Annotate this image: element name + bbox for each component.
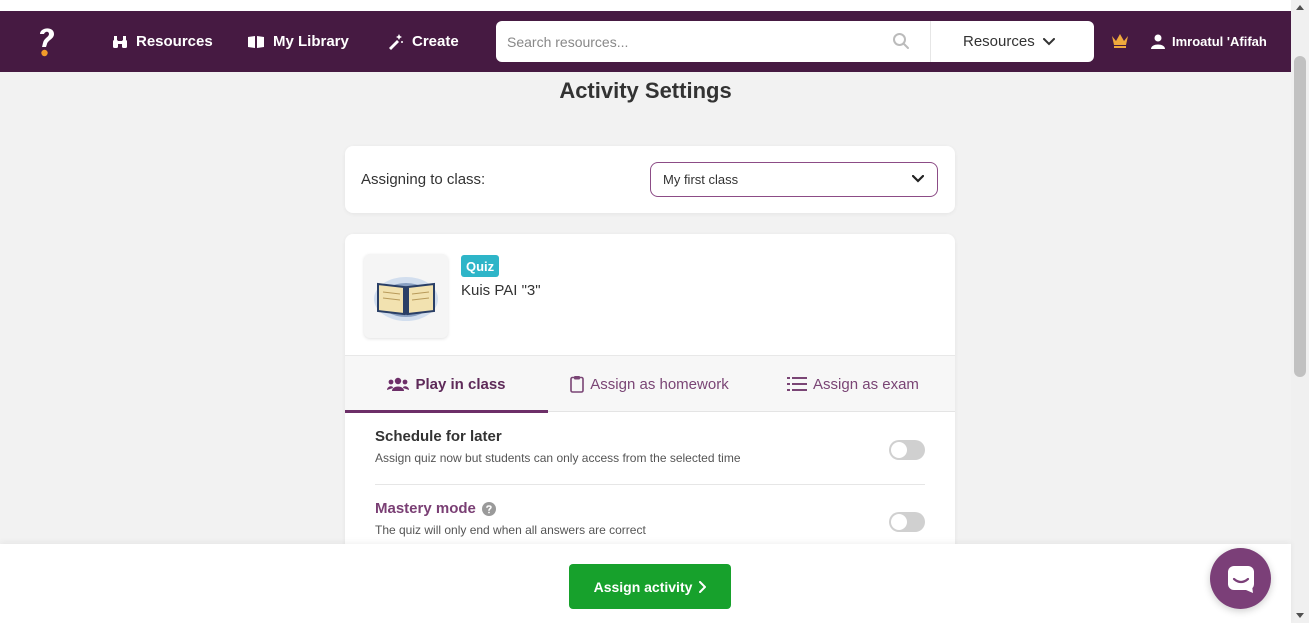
open-book-icon bbox=[374, 277, 438, 321]
toggle-knob bbox=[891, 442, 907, 458]
top-navbar: Resources My Library Create Resources bbox=[0, 11, 1291, 72]
class-select-value: My first class bbox=[663, 172, 739, 187]
search-icon[interactable] bbox=[892, 32, 910, 50]
activity-card: Quiz Kuis PAI "3" Play in class Assign a… bbox=[345, 234, 955, 554]
book-icon bbox=[248, 35, 264, 48]
class-selector-label: Assigning to class: bbox=[361, 171, 486, 188]
clipboard-icon bbox=[570, 376, 585, 393]
active-tab-indicator bbox=[345, 410, 548, 413]
page-scrollbar[interactable] bbox=[1291, 0, 1309, 623]
setting-description: The quiz will only end when all answers … bbox=[375, 523, 646, 537]
setting-divider bbox=[375, 484, 925, 485]
tab-assign-as-exam-label: Assign as exam bbox=[813, 375, 919, 393]
bottom-action-bar: Assign activity bbox=[0, 544, 1291, 623]
app-logo-icon[interactable] bbox=[37, 24, 57, 58]
nav-resources[interactable]: Resources bbox=[112, 11, 213, 72]
assign-activity-button[interactable]: Assign activity bbox=[569, 564, 731, 609]
class-selector-card: Assigning to class: My first class bbox=[345, 146, 955, 213]
nav-create-label: Create bbox=[412, 33, 459, 50]
tab-assign-as-homework-label: Assign as homework bbox=[590, 375, 729, 393]
setting-schedule-for-later: Schedule for later Assign quiz now but s… bbox=[375, 428, 925, 465]
search-bar: Resources bbox=[496, 21, 1094, 62]
user-name: Imroatul 'Afifah bbox=[1172, 34, 1267, 49]
setting-mastery-mode: Mastery mode The quiz will only end when… bbox=[375, 500, 925, 537]
search-scope-label: Resources bbox=[963, 33, 1035, 50]
setting-title: Mastery mode bbox=[375, 500, 476, 517]
scroll-thumb[interactable] bbox=[1294, 56, 1306, 377]
schedule-toggle[interactable] bbox=[889, 440, 925, 460]
tab-assign-as-homework[interactable]: Assign as homework bbox=[548, 356, 751, 412]
help-icon[interactable] bbox=[481, 501, 496, 516]
quiz-thumbnail bbox=[364, 254, 448, 338]
top-strip bbox=[0, 0, 1291, 11]
crown-icon[interactable] bbox=[1111, 32, 1129, 48]
binoculars-icon bbox=[113, 35, 127, 48]
setting-title-row: Mastery mode bbox=[375, 500, 925, 517]
class-select-dropdown[interactable]: My first class bbox=[650, 162, 938, 197]
setting-description: Assign quiz now but students can only ac… bbox=[375, 451, 741, 465]
mastery-toggle[interactable] bbox=[889, 512, 925, 532]
setting-title: Schedule for later bbox=[375, 428, 502, 445]
tab-assign-as-exam[interactable]: Assign as exam bbox=[751, 356, 955, 412]
chevron-down-icon bbox=[1042, 37, 1055, 45]
scroll-down-icon[interactable] bbox=[1296, 613, 1304, 618]
search-scope-dropdown[interactable]: Resources bbox=[963, 21, 1055, 62]
search-divider bbox=[930, 21, 931, 62]
chat-support-button[interactable] bbox=[1210, 548, 1271, 609]
assignment-tabs: Play in class Assign as homework Assign … bbox=[345, 355, 955, 413]
nav-my-library-label: My Library bbox=[273, 33, 349, 50]
search-input[interactable] bbox=[496, 22, 876, 61]
users-icon bbox=[387, 377, 410, 391]
tab-play-in-class[interactable]: Play in class bbox=[345, 356, 548, 413]
assign-activity-label: Assign activity bbox=[593, 578, 693, 595]
user-menu[interactable]: Imroatul 'Afifah bbox=[1151, 11, 1267, 72]
nav-my-library[interactable]: My Library bbox=[247, 11, 349, 72]
quiz-badge: Quiz bbox=[461, 255, 500, 277]
chat-icon bbox=[1227, 565, 1254, 593]
list-icon bbox=[787, 377, 808, 391]
tab-play-in-class-label: Play in class bbox=[415, 375, 506, 393]
quiz-title: Kuis PAI "3" bbox=[461, 282, 541, 299]
nav-resources-label: Resources bbox=[136, 33, 213, 50]
chevron-right-icon bbox=[699, 580, 707, 593]
toggle-knob bbox=[891, 514, 907, 530]
scroll-up-icon[interactable] bbox=[1296, 5, 1304, 10]
nav-create[interactable]: Create bbox=[387, 11, 459, 72]
user-icon bbox=[1151, 34, 1165, 49]
chevron-down-icon bbox=[912, 175, 924, 183]
page-title: Activity Settings bbox=[559, 78, 732, 103]
magic-wand-icon bbox=[389, 33, 403, 50]
